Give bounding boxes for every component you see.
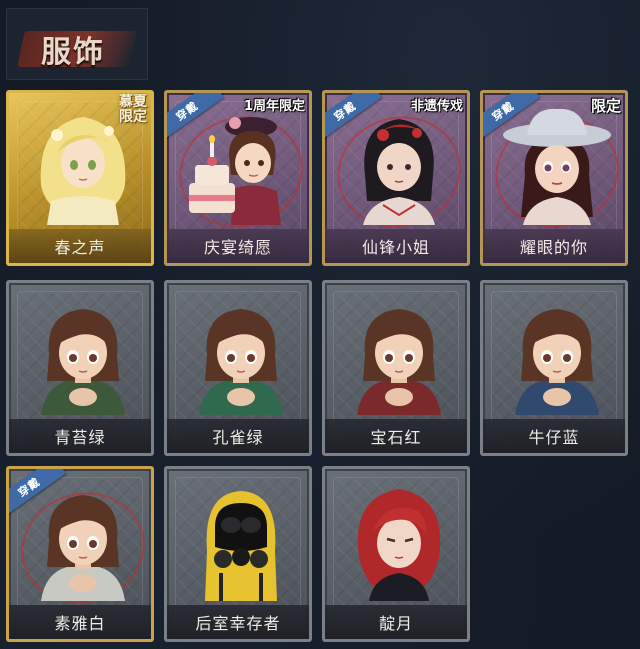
costume-name: 素雅白	[54, 614, 106, 633]
costume-name-bar: 庆宴绮愿	[167, 229, 309, 263]
character-portrait	[501, 105, 613, 225]
character-portrait	[27, 481, 139, 601]
costume-tag: 限定	[590, 97, 621, 115]
costume-name-bar: 耀眼的你	[483, 229, 625, 263]
costume-name-bar: 素雅白	[9, 605, 151, 639]
character-portrait	[343, 295, 455, 415]
costume-name: 宝石红	[370, 428, 422, 447]
costume-name: 庆宴绮愿	[203, 238, 272, 257]
costume-card[interactable]: 1周年限定 穿戴 庆宴绮愿	[164, 90, 312, 266]
character-portrait	[343, 481, 455, 601]
costume-tag: 1周年限定	[243, 99, 305, 114]
character-portrait	[27, 295, 139, 415]
character-portrait	[501, 295, 613, 415]
character-portrait	[185, 295, 297, 415]
costume-card[interactable]: 后室幸存者	[164, 466, 312, 642]
character-portrait	[343, 105, 455, 225]
costume-name-bar: 青苔绿	[9, 419, 151, 453]
costume-grid: 慕夏 限定 春之声 1周年限定 穿戴 庆宴绮愿 非遗传戏 穿戴 仙锋小姐 限定 …	[0, 0, 640, 649]
costume-name: 耀眼的你	[519, 238, 588, 257]
costume-card[interactable]: 牛仔蓝	[480, 280, 628, 456]
costume-tag: 非遗传戏	[410, 99, 463, 114]
costume-name: 靛月	[378, 614, 413, 633]
costume-name: 孔雀绿	[212, 428, 264, 447]
costume-name-bar: 牛仔蓝	[483, 419, 625, 453]
costume-card[interactable]: 孔雀绿	[164, 280, 312, 456]
costume-name-bar: 春之声	[9, 229, 151, 263]
costume-name-bar: 后室幸存者	[167, 605, 309, 639]
costume-name-bar: 孔雀绿	[167, 419, 309, 453]
character-portrait	[185, 105, 297, 225]
costume-card[interactable]: 慕夏 限定春之声	[6, 90, 154, 266]
character-portrait	[185, 481, 297, 601]
costume-name: 后室幸存者	[195, 614, 281, 633]
costume-name: 仙锋小姐	[361, 238, 430, 257]
costume-name: 春之声	[54, 238, 106, 257]
costume-name-bar: 靛月	[325, 605, 467, 639]
costume-name: 青苔绿	[54, 428, 106, 447]
costume-card[interactable]: 青苔绿	[6, 280, 154, 456]
costume-name-bar: 宝石红	[325, 419, 467, 453]
costume-tag: 慕夏 限定	[119, 94, 147, 125]
costume-name: 牛仔蓝	[528, 428, 580, 447]
costume-card[interactable]: 限定 穿戴 耀眼的你	[480, 90, 628, 266]
costume-card[interactable]: 宝石红	[322, 280, 470, 456]
costume-name-bar: 仙锋小姐	[325, 229, 467, 263]
costume-card[interactable]: 非遗传戏 穿戴 仙锋小姐	[322, 90, 470, 266]
costume-card[interactable]: 穿戴 素雅白	[6, 466, 154, 642]
costume-card[interactable]: 靛月	[322, 466, 470, 642]
